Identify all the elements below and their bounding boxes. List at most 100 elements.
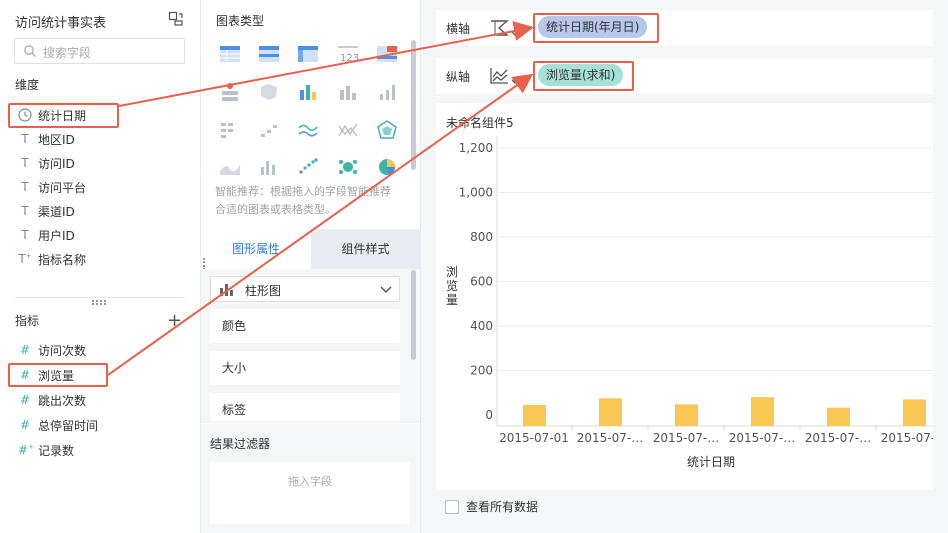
y-tick-label: 1,000 <box>459 186 493 200</box>
bar-chart-icon[interactable] <box>337 82 359 102</box>
area-chart-icon[interactable] <box>219 157 241 177</box>
x-tick-label: 2015-07-… <box>805 431 871 445</box>
kpi-card-icon[interactable] <box>376 44 398 64</box>
dimension-item-user-id[interactable]: T 用户ID <box>18 224 75 246</box>
text-type-icon: T <box>21 132 29 146</box>
measure-label: 记录数 <box>38 443 75 458</box>
number-type-icon: # <box>19 343 31 357</box>
prop-color[interactable]: 颜色 <box>210 309 400 343</box>
column-chart-icon <box>220 284 233 296</box>
pie-chart-icon[interactable] <box>376 157 398 177</box>
y-tick-label: 0 <box>485 408 493 422</box>
show-all-data-row[interactable]: 查看所有数据 <box>445 498 538 515</box>
x-axis-row: 横轴 统计日期(年月日) <box>436 10 933 46</box>
panel-divider <box>15 297 185 298</box>
x-tick-label: 2015-07-… <box>729 431 795 445</box>
dimension-item-platform[interactable]: T 访问平台 <box>18 176 86 198</box>
y-axis-label: 纵轴 <box>446 70 471 84</box>
highlight-date-field <box>8 103 119 128</box>
dimension-label: 访问ID <box>38 156 75 171</box>
heat-grid-icon[interactable] <box>219 120 241 140</box>
measure-label: 访问次数 <box>38 343 87 358</box>
measure-item-visits[interactable]: # 访问次数 <box>18 339 86 361</box>
radar-line-icon[interactable] <box>337 120 359 140</box>
region-map-icon[interactable] <box>258 82 280 102</box>
bar <box>523 404 546 426</box>
chevron-down-icon <box>380 286 392 293</box>
dot-map-icon[interactable] <box>219 82 241 102</box>
measure-item-total-stay[interactable]: # 总停留时间 <box>18 414 98 436</box>
tab-component-style[interactable]: 组件样式 <box>311 229 420 269</box>
grouped-bar-icon[interactable] <box>258 157 280 177</box>
text-type-icon: T <box>21 180 29 194</box>
bar-chart: 0 200 400 600 800 1,000 1,200 2015-07-01 2015-07… <box>446 136 933 469</box>
dimension-item-metric-name[interactable]: T+ 指标名称 <box>18 248 86 270</box>
prop-size[interactable]: 大小 <box>210 351 400 385</box>
column-chart-icon[interactable] <box>376 82 398 102</box>
scatter-chart-icon[interactable] <box>297 157 319 177</box>
text-type-icon: T <box>21 228 29 242</box>
chart-type-title: 图表类型 <box>216 14 265 28</box>
y-axis-title: 浏览量 <box>446 265 458 307</box>
number-type-icon: #+ <box>18 443 34 457</box>
field-search-input[interactable]: 搜索字段 <box>14 38 185 64</box>
group-table-icon[interactable] <box>258 44 280 64</box>
filter-drop-zone[interactable]: 拖入字段 <box>210 462 410 524</box>
bar <box>827 407 850 426</box>
dimension-item-channel-id[interactable]: T 渠道ID <box>18 200 75 222</box>
x-tick-label: 2015-07-… <box>881 431 933 445</box>
table-icon[interactable] <box>219 44 241 64</box>
text-type-icon: T <box>21 204 29 218</box>
x-tick-label: 2015-07-01 <box>499 431 569 445</box>
resize-grip-icon[interactable] <box>92 300 106 305</box>
y-tick-label: 400 <box>470 319 493 333</box>
line-chart-icon[interactable] <box>297 120 319 140</box>
prop-label[interactable]: 标签 <box>210 393 400 421</box>
kpi-number-icon[interactable]: 123 <box>337 44 359 64</box>
x-tick-label: 2015-07-… <box>577 431 643 445</box>
dimension-item-region-id[interactable]: T 地区ID <box>18 128 75 150</box>
bubble-chart-icon[interactable] <box>337 157 359 177</box>
result-filter-title: 结果过滤器 <box>210 437 271 451</box>
bar <box>599 398 622 426</box>
bar <box>675 404 698 426</box>
dataset-title: 访问统计事实表 <box>15 16 107 31</box>
dimensions-title: 维度 <box>15 78 40 92</box>
text-type-icon: T+ <box>18 252 32 266</box>
smart-hint: 智能推荐：根据拖入的字段智能推荐合适的图表或表格类型。 <box>215 185 391 216</box>
x-axis-icon[interactable] <box>488 17 522 39</box>
cross-table-icon[interactable] <box>297 44 319 64</box>
radar-chart-icon[interactable] <box>376 120 398 140</box>
bar <box>903 399 926 426</box>
measure-item-record-count[interactable]: #+ 记录数 <box>18 439 74 461</box>
chart-type-scrollbar[interactable] <box>411 40 416 170</box>
dimension-label: 地区ID <box>38 132 75 147</box>
stacked-bar-icon[interactable] <box>297 82 319 102</box>
dimension-label: 指标名称 <box>38 252 87 267</box>
dimension-label: 访问平台 <box>38 180 87 195</box>
chart-type-select-value: 柱形图 <box>245 284 282 298</box>
field-panel: 访问统计事实表 搜索字段 维度 统计日期 T 地区ID T 访问ID T 访问平台 T… <box>0 0 200 533</box>
show-all-checkbox[interactable] <box>445 499 459 514</box>
switch-dataset-icon[interactable] <box>168 11 184 27</box>
y-axis-icon[interactable] <box>488 65 522 87</box>
chart-type-select[interactable]: 柱形图 <box>210 276 400 302</box>
property-scrollbar[interactable] <box>411 270 416 360</box>
tab-graphic-properties[interactable]: 图形属性 <box>201 229 311 269</box>
search-placeholder: 搜索字段 <box>43 46 92 60</box>
x-axis-title: 统计日期 <box>687 455 735 469</box>
measure-item-bounces[interactable]: # 跳出次数 <box>18 389 86 411</box>
add-measure-icon[interactable]: + <box>167 310 182 331</box>
step-chart-icon[interactable] <box>258 120 280 140</box>
dimension-label: 用户ID <box>38 228 75 243</box>
dimension-item-visit-id[interactable]: T 访问ID <box>18 152 75 174</box>
y-tick-label: 800 <box>470 230 493 244</box>
dimension-label: 渠道ID <box>38 204 75 219</box>
y-axis-row: 纵轴 浏览量(求和) <box>436 58 933 94</box>
y-tick-label: 1,200 <box>459 141 493 155</box>
svg-text:123: 123 <box>340 53 359 64</box>
number-type-icon: # <box>19 393 31 407</box>
measure-label: 跳出次数 <box>38 393 87 408</box>
search-icon <box>24 45 36 57</box>
property-tabs: 图形属性 组件样式 <box>201 229 420 269</box>
